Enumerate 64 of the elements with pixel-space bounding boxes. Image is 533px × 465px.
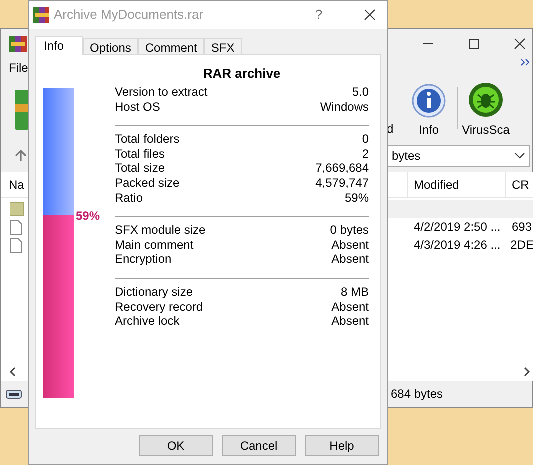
archive-icon bbox=[15, 90, 29, 130]
scroll-right-icon bbox=[523, 367, 531, 377]
help-button[interactable]: ? bbox=[309, 5, 329, 25]
info-label: Total folders bbox=[115, 132, 180, 147]
column-header[interactable]: Modified bbox=[408, 172, 506, 197]
info-value: Windows bbox=[320, 100, 369, 114]
info-value: Absent bbox=[332, 252, 369, 267]
drive-icon bbox=[6, 390, 22, 398]
bug-icon bbox=[468, 82, 504, 118]
info-value: Absent bbox=[332, 300, 369, 314]
info-value: 7,669,684 bbox=[316, 161, 369, 176]
info-label: Recovery record bbox=[115, 300, 204, 314]
info-value: 8 MB bbox=[340, 284, 369, 300]
toolbar-button[interactable]: VirusSca bbox=[458, 82, 514, 139]
info-value: 59% bbox=[344, 190, 369, 206]
close-icon bbox=[514, 38, 526, 50]
maximize-icon bbox=[468, 38, 480, 50]
info-icon bbox=[412, 84, 446, 118]
close-icon bbox=[364, 9, 376, 21]
up-arrow-icon bbox=[15, 150, 27, 162]
tab[interactable]: Info bbox=[35, 36, 84, 55]
info-label: Host OS bbox=[115, 100, 160, 114]
info-value: 4,579,747 bbox=[316, 176, 369, 191]
info-label: SFX module size bbox=[115, 223, 206, 238]
column-header[interactable]: CR bbox=[506, 172, 530, 197]
address-dropdown[interactable]: bytes bbox=[387, 145, 530, 167]
toolbar-button[interactable]: Info bbox=[401, 84, 457, 139]
file-icon bbox=[10, 220, 22, 234]
dialog-button[interactable]: Help bbox=[305, 435, 379, 456]
table-cell-text: 693 bbox=[512, 219, 532, 236]
file-icon bbox=[10, 238, 22, 252]
tab[interactable]: Comment bbox=[138, 38, 204, 55]
table-cell-text: 4/2/2019 2:50 ... bbox=[414, 219, 502, 236]
info-value: 0 bbox=[362, 132, 369, 147]
info-label: Total files bbox=[115, 146, 166, 162]
ratio-label: 59% bbox=[76, 208, 100, 226]
tab[interactable]: Options bbox=[83, 38, 138, 55]
info-label: Dictionary size bbox=[115, 284, 194, 300]
table-cell-text: 2DE bbox=[510, 237, 533, 254]
chevron-icon bbox=[521, 59, 530, 66]
status-text: 684 bytes bbox=[391, 386, 444, 403]
info-label: Total size bbox=[115, 161, 166, 176]
info-label: Ratio bbox=[115, 190, 144, 206]
window-title: Archive MyDocuments.rar bbox=[54, 6, 205, 24]
app-icon bbox=[9, 36, 27, 52]
table-cell-text: 4/3/2019 4:26 ... bbox=[414, 237, 502, 254]
app-icon bbox=[33, 7, 49, 23]
dialog-button[interactable]: Cancel bbox=[222, 435, 296, 456]
info-label: Version to extract bbox=[115, 85, 208, 100]
folder-icon bbox=[10, 202, 24, 216]
info-label: Archive lock bbox=[115, 314, 180, 329]
info-value: 0 bytes bbox=[330, 223, 369, 238]
tab[interactable]: SFX bbox=[204, 38, 242, 55]
info-label: Encryption bbox=[115, 252, 172, 267]
dialog-button[interactable]: OK bbox=[139, 435, 213, 456]
info-label: Packed size bbox=[115, 176, 180, 191]
info-value: Absent bbox=[332, 314, 369, 329]
info-value: 5.0 bbox=[352, 85, 369, 100]
info-value: 2 bbox=[362, 146, 369, 162]
panel-heading: RAR archive bbox=[202, 66, 282, 82]
scroll-left-icon bbox=[9, 367, 17, 377]
info-value: Absent bbox=[332, 238, 369, 252]
menu-item[interactable]: File bbox=[9, 59, 28, 77]
info-label: Main comment bbox=[115, 238, 194, 252]
